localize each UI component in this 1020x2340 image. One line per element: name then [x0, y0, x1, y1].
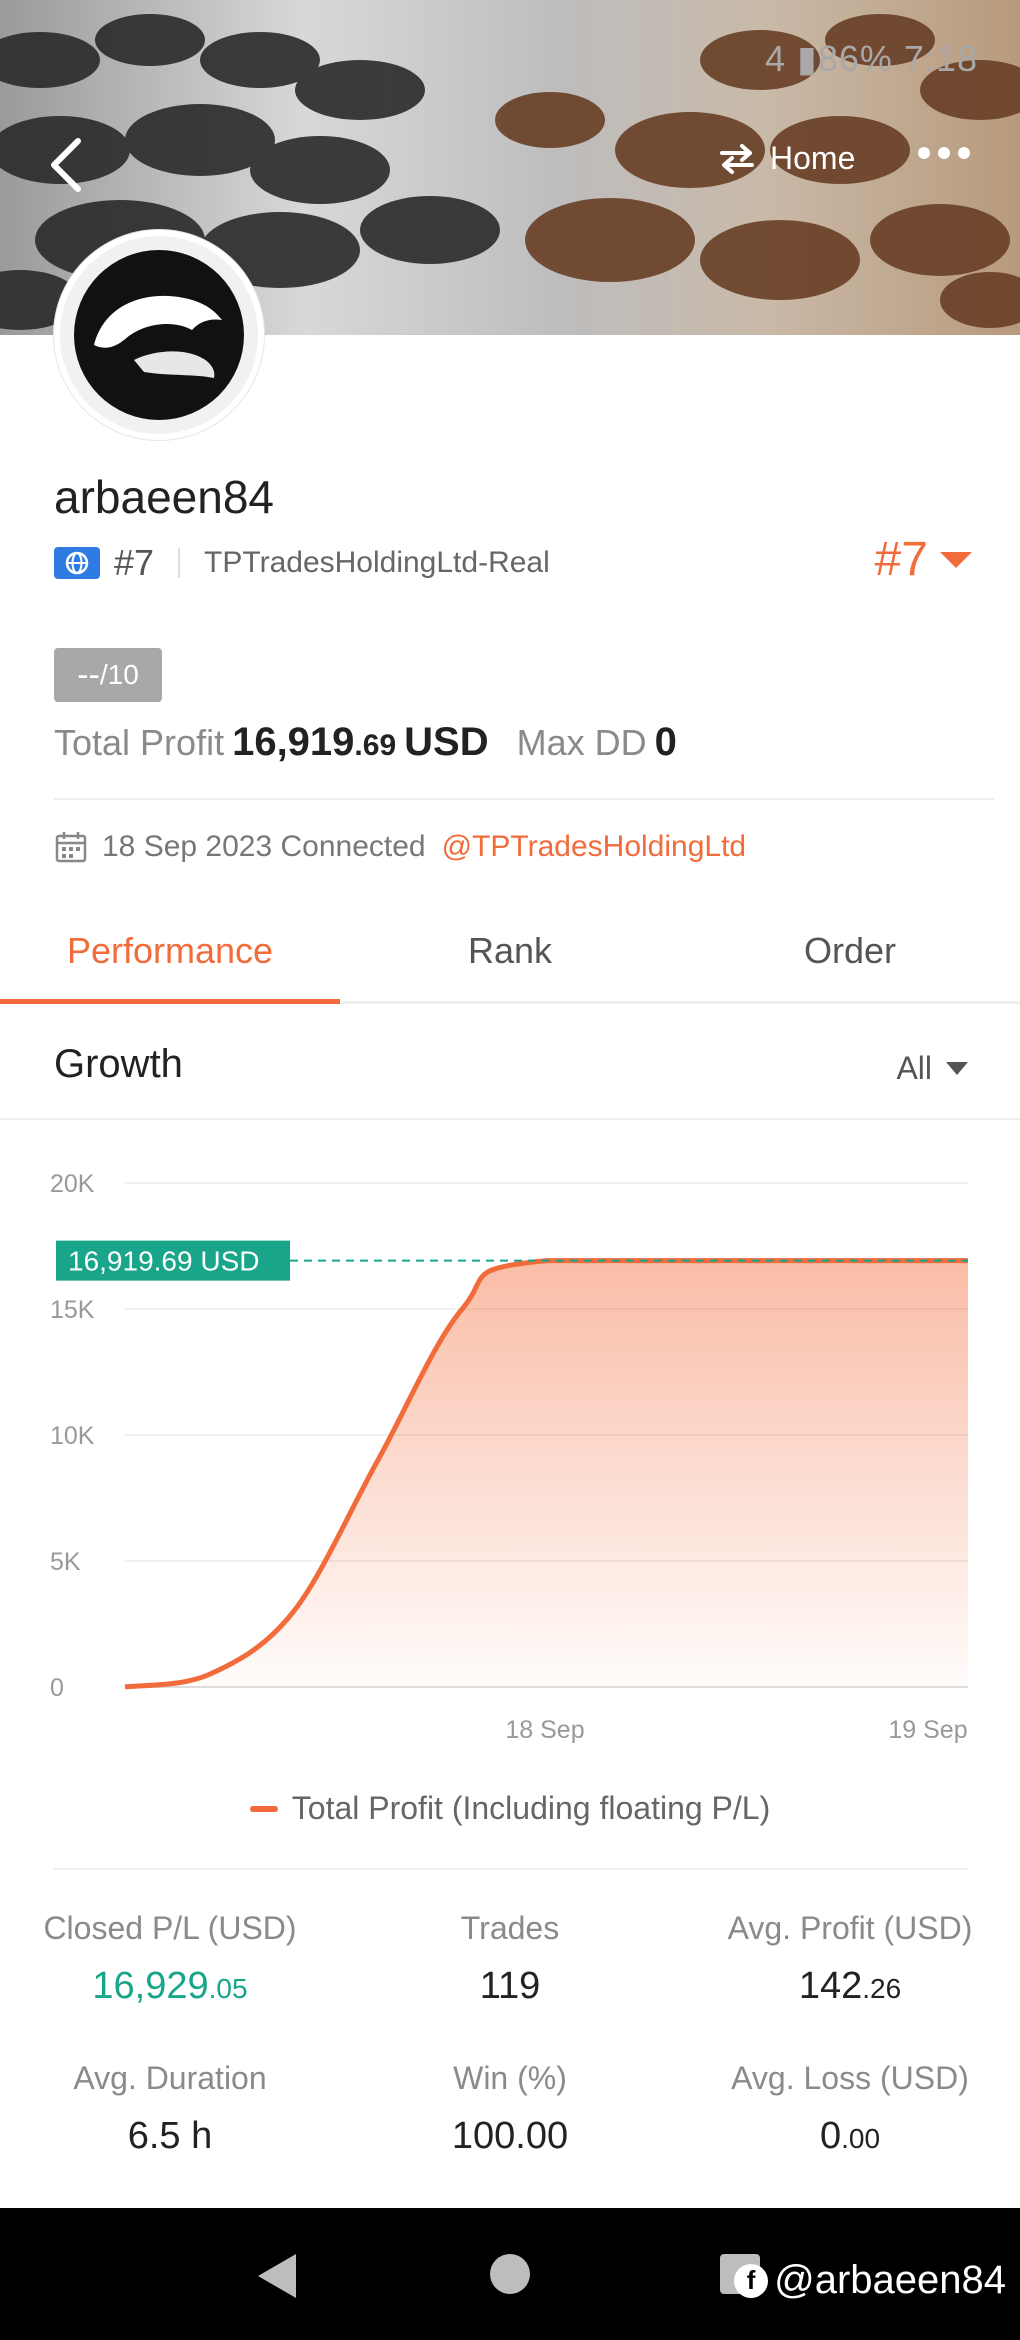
caret-down-icon — [946, 1062, 968, 1075]
growth-title: Growth — [54, 1042, 183, 1086]
broker-link[interactable]: @TPTradesHoldingLtd — [442, 830, 746, 864]
rank-dropdown[interactable]: #7 — [875, 532, 972, 587]
tab-bar: Performance Rank Order — [0, 900, 1020, 1004]
score-max: /10 — [99, 659, 139, 690]
stat-value: 16,929.05 — [92, 1965, 248, 2007]
rank-line: #7 TPTradesHoldingLtd-Real — [54, 542, 550, 584]
y-tick-label: 5K — [50, 1548, 81, 1576]
global-rank: #7 — [114, 542, 155, 583]
x-tick-label: 18 Sep — [505, 1716, 584, 1744]
chart-legend: Total Profit (Including floating P/L) — [0, 1790, 1020, 1827]
max-dd-label: Max DD — [516, 722, 647, 763]
legend-label: Total Profit (Including floating P/L) — [291, 1790, 771, 1826]
stat-value: 142.26 — [798, 1965, 902, 2007]
username: arbaeen84 — [54, 471, 274, 523]
total-profit-label: Total Profit — [54, 722, 225, 763]
x-tick-label: 19 Sep — [888, 1716, 967, 1744]
rank-dropdown-label: #7 — [874, 533, 928, 586]
home-label: Home — [770, 140, 856, 176]
divider — [54, 1868, 968, 1870]
tab-order[interactable]: Order — [680, 900, 1020, 1001]
watermark-handle: @arbaeen84 — [774, 2258, 1006, 2302]
tab-rank[interactable]: Rank — [340, 900, 680, 1001]
calendar-icon — [55, 832, 87, 863]
back-icon[interactable] — [44, 135, 88, 195]
stat-value: 119 — [479, 1965, 541, 2007]
y-tick-label: 20K — [50, 1170, 95, 1198]
stat-label: Avg. Profit (USD) — [727, 1910, 973, 1946]
stat-label: Avg. Duration — [73, 2060, 267, 2096]
y-tick-label: 0 — [50, 1674, 64, 1702]
stat-trades: Trades 119 — [340, 1910, 680, 2008]
growth-header: Growth All — [0, 1006, 1020, 1120]
y-tick-label: 15K — [50, 1296, 95, 1324]
home-button[interactable]: Home — [718, 140, 855, 177]
tab-performance[interactable]: Performance — [0, 900, 340, 1004]
y-tick-label: 10K — [50, 1422, 95, 1450]
current-value-label: 16,919.69 USD — [68, 1246, 259, 1277]
stat-avg-profit: Avg. Profit (USD) 142.26 — [680, 1910, 1020, 2008]
stat-avg-loss: Avg. Loss (USD) 0.00 — [680, 2060, 1020, 2158]
growth-chart-svg: 0 5K 10K 15K 20K 16,919.69 USD 18 Sep 19 Sep — [50, 1170, 968, 1744]
period-filter[interactable]: All — [896, 1050, 968, 1087]
bull-bear-logo-icon — [94, 295, 222, 378]
caret-down-icon — [940, 551, 972, 568]
stat-value: 0.00 — [819, 2115, 881, 2157]
globe-icon — [54, 547, 100, 579]
swap-icon — [720, 143, 754, 174]
nav-home-icon[interactable] — [490, 2254, 530, 2294]
stat-value: 100.00 — [451, 2115, 569, 2157]
nav-back-icon[interactable] — [258, 2254, 296, 2298]
series-area — [125, 1260, 968, 1687]
status-bar: 4 ▮86% 7:18 — [765, 38, 978, 79]
stat-label: Win (%) — [453, 2060, 567, 2096]
watermark: f @arbaeen84 — [734, 2258, 1006, 2303]
divider — [54, 798, 994, 800]
stat-label: Closed P/L (USD) — [43, 1910, 297, 1946]
score-value: -- — [77, 655, 100, 694]
score-badge: --/10 — [54, 648, 162, 702]
legend-swatch — [249, 1805, 278, 1812]
divider — [178, 548, 181, 578]
broker-name: TPTradesHoldingLtd-Real — [204, 546, 550, 579]
connected-line: 18 Sep 2023 Connected @TPTradesHoldingLt… — [54, 830, 746, 864]
total-profit-line: Total Profit 16,919.69 USD Max DD 0 — [54, 720, 677, 765]
stat-label: Trades — [460, 1910, 560, 1946]
total-profit-value: 16,919.69 — [232, 720, 397, 764]
stat-closed-pl: Closed P/L (USD) 16,929.05 — [0, 1910, 340, 2008]
stat-avg-duration: Avg. Duration 6.5 h — [0, 2060, 340, 2158]
period-filter-label: All — [896, 1050, 932, 1086]
stat-label: Avg. Loss (USD) — [731, 2060, 969, 2096]
max-dd-value: 0 — [654, 720, 677, 764]
facebook-icon: f — [734, 2263, 769, 2298]
connected-date: 18 Sep 2023 Connected — [102, 830, 426, 863]
stat-value: 6.5 h — [127, 2115, 213, 2157]
avatar — [54, 230, 264, 440]
growth-chart: 0 5K 10K 15K 20K 16,919.69 USD 18 Sep 19 Sep — [0, 1120, 1020, 1870]
total-profit-unit: USD — [404, 720, 489, 764]
more-options-icon[interactable] — [918, 147, 970, 159]
stat-win: Win (%) 100.00 — [340, 2060, 680, 2158]
